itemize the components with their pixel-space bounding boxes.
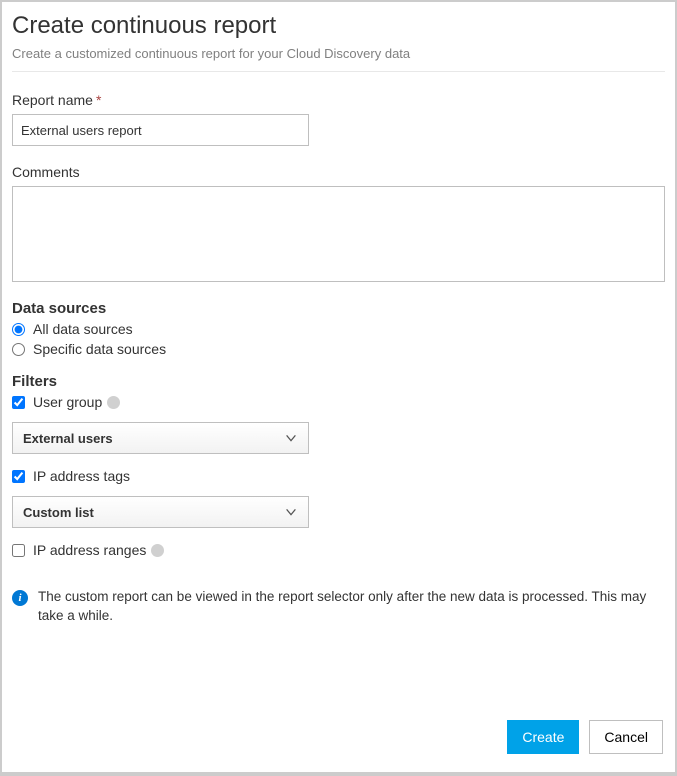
report-name-label-text: Report name: [12, 92, 93, 108]
report-name-label: Report name *: [12, 92, 665, 108]
ip-tags-label: IP address tags: [33, 468, 130, 484]
checkbox-ip-tags-input[interactable]: [12, 470, 25, 483]
ip-tags-selected: Custom list: [23, 505, 94, 520]
filters-header: Filters: [12, 373, 665, 390]
checkbox-user-group[interactable]: User group: [12, 394, 665, 410]
chevron-down-icon: [284, 431, 298, 445]
dialog-subtitle: Create a customized continuous report fo…: [12, 46, 665, 61]
info-icon[interactable]: [151, 544, 164, 557]
user-group-dropdown[interactable]: External users: [12, 422, 309, 454]
radio-all-data-sources-input[interactable]: [12, 323, 25, 336]
create-button[interactable]: Create: [507, 720, 579, 754]
chevron-down-icon: [284, 505, 298, 519]
checkbox-user-group-input[interactable]: [12, 396, 25, 409]
info-icon-blue: i: [12, 590, 28, 606]
data-sources-header: Data sources: [12, 300, 665, 317]
radio-all-data-sources[interactable]: All data sources: [12, 321, 665, 337]
checkbox-ip-ranges[interactable]: IP address ranges: [12, 542, 665, 558]
info-note: i The custom report can be viewed in the…: [12, 588, 665, 626]
radio-all-label: All data sources: [33, 321, 133, 337]
user-group-label: User group: [33, 394, 102, 410]
ip-tags-dropdown[interactable]: Custom list: [12, 496, 309, 528]
info-icon[interactable]: [107, 396, 120, 409]
create-continuous-report-dialog: Create continuous report Create a custom…: [2, 2, 675, 772]
required-mark: *: [96, 92, 101, 108]
user-group-selected: External users: [23, 431, 113, 446]
ip-ranges-label: IP address ranges: [33, 542, 146, 558]
report-name-input[interactable]: [12, 114, 309, 146]
radio-specific-data-sources-input[interactable]: [12, 343, 25, 356]
info-text: The custom report can be viewed in the r…: [38, 588, 665, 626]
dialog-title: Create continuous report: [12, 12, 665, 40]
radio-specific-label: Specific data sources: [33, 341, 166, 357]
comments-textarea[interactable]: [12, 186, 665, 282]
comments-label: Comments: [12, 164, 665, 180]
cancel-button[interactable]: Cancel: [589, 720, 663, 754]
radio-specific-data-sources[interactable]: Specific data sources: [12, 341, 665, 357]
divider: [12, 71, 665, 72]
checkbox-ip-tags[interactable]: IP address tags: [12, 468, 665, 484]
dialog-buttons: Create Cancel: [507, 720, 663, 754]
checkbox-ip-ranges-input[interactable]: [12, 544, 25, 557]
